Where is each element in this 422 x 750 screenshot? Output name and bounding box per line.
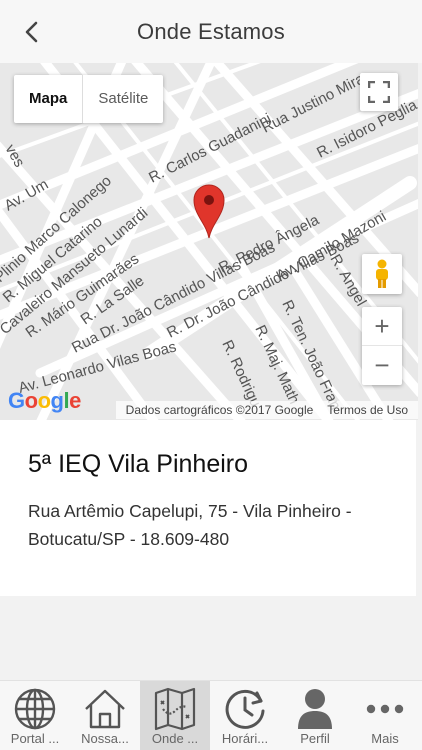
google-logo: Google bbox=[8, 388, 81, 413]
map-icon bbox=[154, 687, 196, 731]
top-bar: Onde Estamos bbox=[0, 0, 422, 63]
page-title: Onde Estamos bbox=[137, 18, 285, 44]
tab-label: Onde ... bbox=[151, 731, 199, 746]
map-view[interactable]: R. Carlos Guadanini Rua Justino Mira R. … bbox=[0, 63, 418, 420]
place-card: 5ª IEQ Vila Pinheiro Rua Artêmio Capelup… bbox=[0, 420, 416, 596]
zoom-controls: + − bbox=[362, 307, 402, 385]
street-label: ves bbox=[2, 142, 28, 171]
location-marker-icon[interactable] bbox=[192, 183, 226, 244]
tab-onde-estamos[interactable]: Onde ... bbox=[140, 681, 210, 750]
globe-icon bbox=[14, 688, 56, 730]
tab-label: Mais bbox=[371, 731, 399, 746]
home-icon bbox=[85, 689, 125, 729]
place-address: Rua Artêmio Capelupi, 75 - Vila Pinheiro… bbox=[28, 501, 352, 549]
person-icon bbox=[298, 689, 332, 729]
tab-horarios[interactable]: Horári... bbox=[210, 681, 280, 750]
map-type-map-button[interactable]: Mapa bbox=[14, 75, 84, 123]
tab-label: Horári... bbox=[221, 731, 269, 746]
more-icon bbox=[366, 704, 404, 714]
street-label: Av. Um bbox=[2, 176, 52, 215]
pegman-icon bbox=[376, 259, 388, 288]
zoom-out-button[interactable]: − bbox=[362, 346, 402, 385]
bottom-tab-bar: Portal ... Nossa... Onde ... Horári... P… bbox=[0, 680, 422, 750]
map-attribution: Dados cartográficos ©2017 Google Termos … bbox=[115, 401, 418, 419]
street-view-pegman-button[interactable] bbox=[362, 254, 402, 294]
tab-portal[interactable]: Portal ... bbox=[0, 681, 70, 750]
map-copyright: Dados cartográficos ©2017 Google bbox=[125, 403, 314, 417]
place-name: 5ª IEQ Vila Pinheiro bbox=[28, 450, 249, 478]
map-type-toggle: Mapa Satélite bbox=[14, 75, 164, 123]
street-label: R. Carlos Guadanini bbox=[146, 110, 274, 186]
map-type-satellite-button[interactable]: Satélite bbox=[83, 75, 163, 123]
street-label: R. Rodrigu bbox=[218, 338, 264, 410]
tab-mais[interactable]: Mais bbox=[350, 681, 420, 750]
zoom-in-button[interactable]: + bbox=[362, 307, 402, 346]
terms-link[interactable]: Termos de Uso bbox=[327, 401, 408, 419]
fullscreen-button[interactable] bbox=[360, 73, 398, 111]
tab-label: Nossa... bbox=[81, 731, 129, 746]
tab-nossa[interactable]: Nossa... bbox=[70, 681, 140, 750]
chevron-left-icon bbox=[25, 21, 38, 43]
tab-perfil[interactable]: Perfil bbox=[280, 681, 350, 750]
fullscreen-icon bbox=[368, 81, 390, 103]
tab-label: Perfil bbox=[300, 731, 330, 746]
clock-icon bbox=[225, 689, 265, 729]
back-button[interactable] bbox=[14, 14, 50, 50]
tab-label: Portal ... bbox=[10, 731, 60, 746]
